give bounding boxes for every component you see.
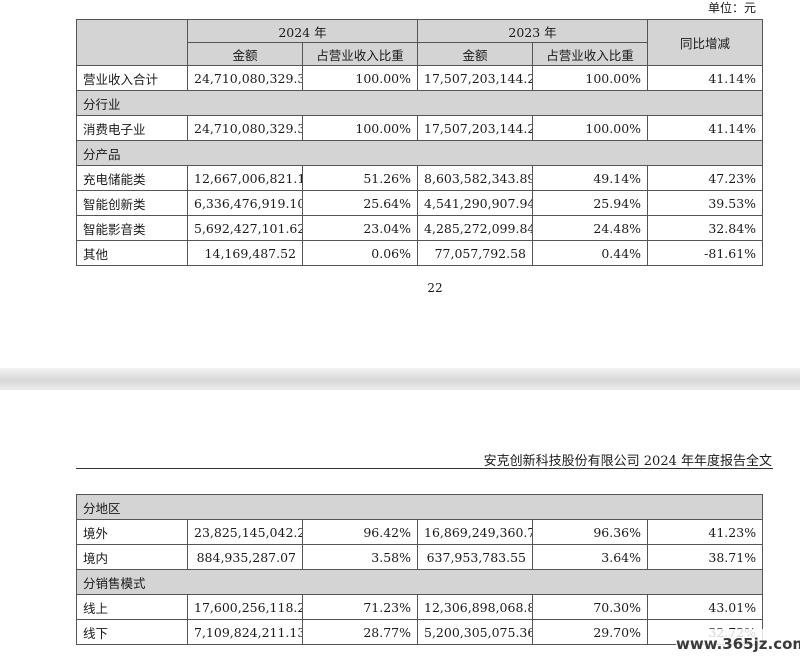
row-label: 其他 (76, 240, 188, 266)
header-empty-cell (76, 19, 188, 66)
amount-2024-cell: 24,710,080,329.34 (187, 65, 303, 91)
page-number: 22 (427, 281, 443, 295)
header-year-2024: 2024 年 (186, 19, 419, 43)
ratio-2023-cell: 70.30% (532, 594, 648, 620)
unit-note: 单位：元 (707, 1, 756, 15)
section-label: 分产品 (75, 140, 764, 166)
ratio-2024-cell: 28.77% (302, 619, 418, 645)
document-header: 安克创新科技股份有限公司 2024 年年度报告全文 (483, 454, 772, 469)
amount-2023-cell: 4,285,272,099.84 (417, 215, 534, 241)
amount-2023-cell: 8,603,582,343.89 (417, 165, 534, 191)
yoy-cell: 43.01% (646, 594, 764, 620)
header-ratio-2023: 占营业收入比重 (532, 42, 649, 66)
table-header-row-years: 2024 年 2023 年 同比增减 (76, 19, 764, 66)
header-amount-2023: 金额 (417, 42, 534, 66)
yoy-cell: 47.23% (647, 165, 764, 191)
section-row-industry: 分行业 (75, 90, 764, 116)
ratio-2024-cell: 71.23% (302, 594, 418, 620)
section-row-channel: 分销售模式 (75, 569, 764, 595)
ratio-2023-cell: 100.00% (532, 115, 649, 141)
ratio-2024-cell: 25.64% (301, 190, 419, 216)
ratio-2024-cell: 51.26% (301, 165, 419, 191)
ratio-2024-cell: 100.00% (301, 65, 419, 91)
ratio-2024-cell: 3.58% (302, 544, 418, 570)
amount-2023-cell: 77,057,792.58 (417, 240, 534, 266)
section-label: 分地区 (75, 494, 764, 520)
revenue-table-lower: 分地区 境外 23,825,145,042.27 96.42% 16,869,2… (75, 494, 764, 645)
amount-2024-cell: 24,710,080,329.34 (187, 115, 303, 141)
header-year-2023: 2023 年 (417, 19, 649, 43)
table-row: 线上 17,600,256,118.21 71.23% 12,306,898,0… (76, 594, 764, 620)
amount-2023-cell: 5,200,305,075.36 (417, 619, 533, 645)
amount-2024-cell: 6,336,476,919.10 (187, 190, 303, 216)
yoy-cell: 32.84% (647, 215, 764, 241)
amount-2023-cell: 637,953,783.55 (417, 544, 533, 570)
table-row-total: 营业收入合计 24,710,080,329.34 100.00% 17,507,… (76, 65, 764, 91)
amount-2024-cell: 5,692,427,101.62 (187, 215, 303, 241)
section-row-product: 分产品 (75, 140, 764, 166)
row-label: 线上 (76, 594, 188, 620)
ratio-2024-cell: 100.00% (301, 115, 419, 141)
header-yoy: 同比增减 (647, 19, 764, 66)
ratio-2024-cell: 0.06% (301, 240, 419, 266)
row-label: 境外 (76, 519, 188, 545)
header-rule (76, 468, 773, 469)
ratio-2023-cell: 0.44% (532, 240, 649, 266)
revenue-table-upper: 2024 年 2023 年 同比增减 金额 占营业收入比重 金额 占营业收入比重… (75, 19, 764, 266)
amount-2024-cell: 17,600,256,118.21 (187, 594, 303, 620)
header-ratio-2024: 占营业收入比重 (301, 42, 419, 66)
table-row: 充电储能类 12,667,006,821.10 51.26% 8,603,582… (76, 165, 764, 191)
table-row: 境内 884,935,287.07 3.58% 637,953,783.55 3… (76, 544, 764, 570)
row-label: 境内 (76, 544, 188, 570)
ratio-2023-cell: 29.70% (532, 619, 648, 645)
row-label: 充电储能类 (76, 165, 188, 191)
page-break (0, 368, 800, 390)
row-label: 智能影音类 (76, 215, 188, 241)
yoy-cell: 41.14% (647, 65, 764, 91)
table-row: 智能创新类 6,336,476,919.10 25.64% 4,541,290,… (76, 190, 764, 216)
yoy-cell: 41.14% (647, 115, 764, 141)
ratio-2023-cell: 25.94% (532, 190, 649, 216)
amount-2024-cell: 12,667,006,821.10 (187, 165, 303, 191)
table-row: 其他 14,169,487.52 0.06% 77,057,792.58 0.4… (76, 240, 764, 266)
row-label: 线下 (76, 619, 188, 645)
yoy-cell: 41.23% (646, 519, 764, 545)
amount-2023-cell: 4,541,290,907.94 (417, 190, 534, 216)
table-row: 智能影音类 5,692,427,101.62 23.04% 4,285,272,… (76, 215, 764, 241)
table-row: 消费电子业 24,710,080,329.34 100.00% 17,507,2… (76, 115, 764, 141)
header-amount-2024: 金额 (187, 42, 303, 66)
row-label: 营业收入合计 (76, 65, 188, 91)
ratio-2024-cell: 96.42% (302, 519, 418, 545)
ratio-2023-cell: 100.00% (532, 65, 649, 91)
row-label: 消费电子业 (76, 115, 188, 141)
amount-2024-cell: 884,935,287.07 (187, 544, 303, 570)
table-row: 境外 23,825,145,042.27 96.42% 16,869,249,3… (76, 519, 764, 545)
ratio-2023-cell: 49.14% (532, 165, 649, 191)
amount-2023-cell: 16,869,249,360.70 (417, 519, 533, 545)
ratio-2023-cell: 3.64% (532, 544, 648, 570)
amount-2023-cell: 12,306,898,068.89 (417, 594, 533, 620)
table-row: 线下 7,109,824,211.13 28.77% 5,200,305,075… (76, 619, 764, 645)
amount-2024-cell: 14,169,487.52 (187, 240, 303, 266)
ratio-2023-cell: 96.36% (532, 519, 648, 545)
section-row-region: 分地区 (75, 494, 764, 520)
row-label: 智能创新类 (76, 190, 188, 216)
amount-2024-cell: 23,825,145,042.27 (187, 519, 303, 545)
amount-2023-cell: 17,507,203,144.25 (417, 115, 534, 141)
yoy-cell: 38.71% (646, 544, 764, 570)
yoy-cell: 39.53% (647, 190, 764, 216)
ratio-2024-cell: 23.04% (301, 215, 419, 241)
amount-2024-cell: 7,109,824,211.13 (187, 619, 303, 645)
watermark: www.365jz.com (676, 629, 800, 659)
section-label: 分行业 (75, 90, 764, 116)
amount-2023-cell: 17,507,203,144.25 (417, 65, 534, 91)
yoy-cell: -81.61% (647, 240, 764, 266)
section-label: 分销售模式 (75, 569, 764, 595)
ratio-2023-cell: 24.48% (532, 215, 649, 241)
